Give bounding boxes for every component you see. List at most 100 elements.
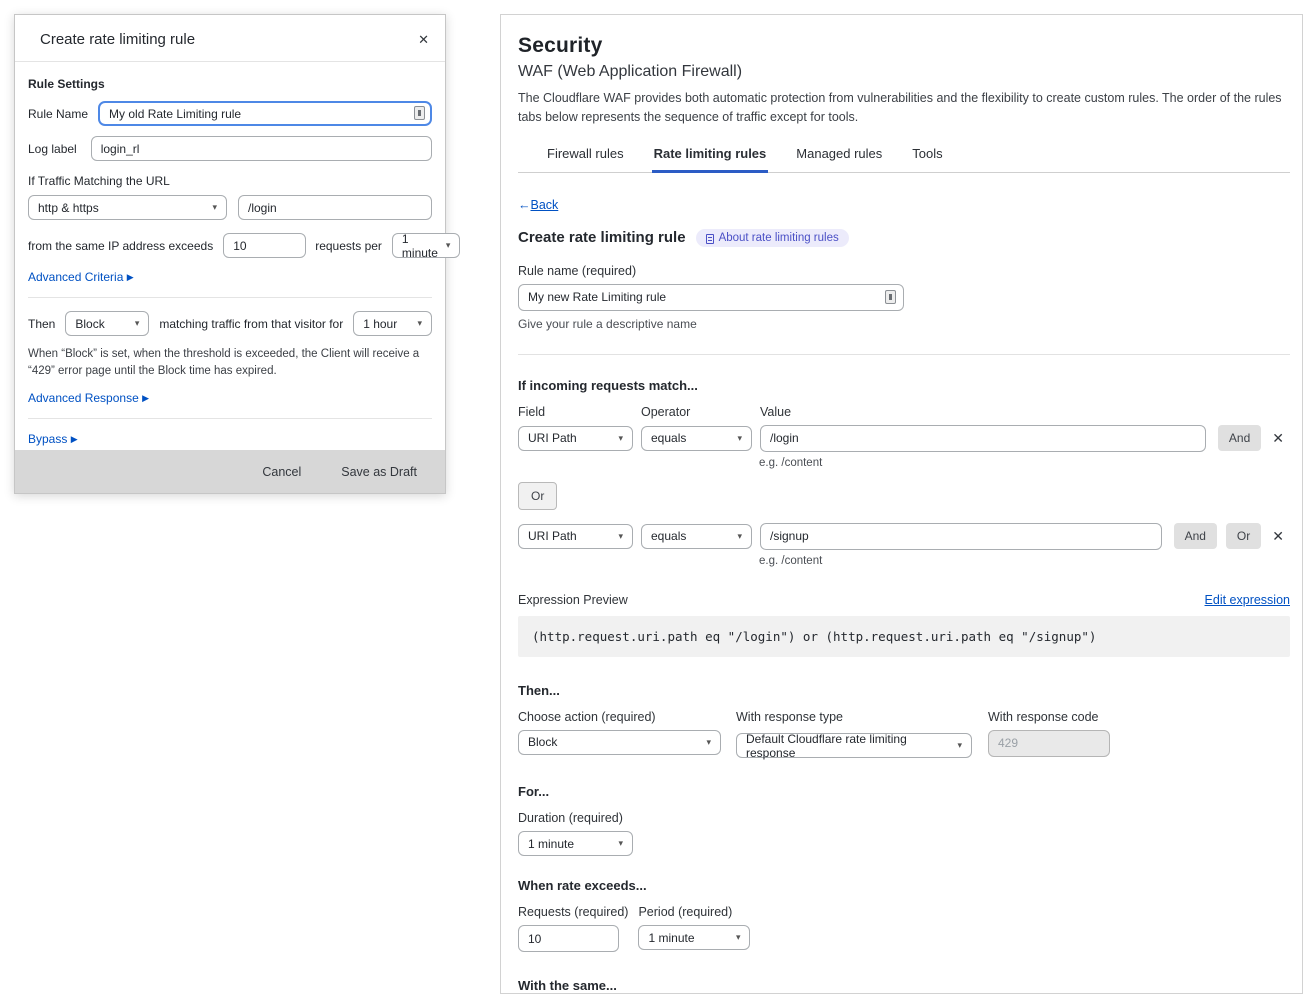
duration-select[interactable]: 1 hour ▾ <box>353 311 432 336</box>
expand-triangle-icon: ▶ <box>71 434 78 444</box>
value-input[interactable] <box>760 523 1162 550</box>
dialog-title: Create rate limiting rule <box>40 31 195 48</box>
cancel-button[interactable]: Cancel <box>262 465 301 479</box>
for-heading: For... <box>518 784 1286 799</box>
chevron-down-icon: ▾ <box>957 740 962 751</box>
or-connector-button[interactable]: Or <box>518 482 557 510</box>
chevron-down-icon: ▾ <box>736 932 741 943</box>
about-rate-limiting-link[interactable]: About rate limiting rules <box>696 229 849 247</box>
bypass-link[interactable]: Bypass ▶ <box>28 432 78 446</box>
page-subtitle: WAF (Web Application Firewall) <box>518 63 1286 81</box>
exceeds-prefix-label: from the same IP address exceeds <box>28 239 213 253</box>
rule-name-label: Rule name (required) <box>518 264 1286 278</box>
then-label: Then <box>28 317 55 331</box>
chevron-down-icon: ▾ <box>212 202 217 213</box>
create-rate-limit-dialog: Create rate limiting rule ✕ Rule Setting… <box>14 14 446 494</box>
response-code-label: With response code <box>988 710 1188 724</box>
tab-rate-limiting-rules[interactable]: Rate limiting rules <box>652 142 769 173</box>
chevron-down-icon: ▾ <box>135 318 140 329</box>
dialog-footer: Cancel Save as Draft <box>15 450 445 493</box>
page-description: The Cloudflare WAF provides both automat… <box>518 89 1286 127</box>
tab-firewall-rules[interactable]: Firewall rules <box>545 142 626 173</box>
rate-exceeds-heading: When rate exceeds... <box>518 878 1286 893</box>
operator-column-label: Operator <box>641 405 760 419</box>
document-icon <box>706 234 714 244</box>
close-icon[interactable]: ✕ <box>416 31 431 48</box>
or-button[interactable]: Or <box>1226 523 1261 549</box>
dialog-header: Create rate limiting rule ✕ <box>15 15 445 62</box>
expand-triangle-icon: ▶ <box>127 272 134 282</box>
expand-triangle-icon: ▶ <box>142 393 149 403</box>
rule-name-help: Give your rule a descriptive name <box>518 317 1286 331</box>
duration-select[interactable]: 1 minute ▾ <box>518 831 633 856</box>
tab-managed-rules[interactable]: Managed rules <box>794 142 884 173</box>
scheme-select[interactable]: http & https ▾ <box>28 195 227 220</box>
rule-settings-heading: Rule Settings <box>28 77 432 91</box>
period-select[interactable]: 1 minute ▾ <box>392 233 461 258</box>
action-select[interactable]: Block ▾ <box>65 311 149 336</box>
period-select[interactable]: 1 minute ▾ <box>638 925 750 950</box>
requests-threshold-input[interactable] <box>223 233 306 258</box>
then-suffix-label: matching traffic from that visitor for <box>159 317 343 331</box>
choose-action-label: Choose action (required) <box>518 710 736 724</box>
field-select[interactable]: URI Path ▾ <box>518 426 633 451</box>
incoming-requests-heading: If incoming requests match... <box>518 378 1286 393</box>
requests-input[interactable] <box>518 925 619 952</box>
response-type-label: With response type <box>736 710 988 724</box>
autofill-icon[interactable] <box>414 106 425 120</box>
chevron-down-icon: ▾ <box>737 433 742 444</box>
divider <box>518 354 1290 355</box>
period-label: Period (required) <box>638 905 750 919</box>
response-code-input: 429 <box>988 730 1110 757</box>
remove-condition-icon[interactable]: ✕ <box>1270 528 1286 545</box>
requests-per-label: requests per <box>315 239 382 253</box>
log-label-input[interactable] <box>91 136 432 161</box>
form-title: Create rate limiting rule <box>518 229 686 246</box>
tab-tools[interactable]: Tools <box>910 142 944 173</box>
condition-row: URI Path ▾ equals ▾ And Or ✕ <box>518 523 1286 550</box>
requests-label: Requests (required) <box>518 905 628 919</box>
value-column-label: Value <box>760 405 791 419</box>
autofill-icon[interactable] <box>885 290 896 304</box>
operator-select[interactable]: equals ▾ <box>641 524 752 549</box>
traffic-match-label: If Traffic Matching the URL <box>28 174 432 188</box>
duration-label: Duration (required) <box>518 811 1286 825</box>
with-same-heading: With the same... <box>518 978 1286 993</box>
remove-condition-icon[interactable]: ✕ <box>1270 430 1286 447</box>
save-as-draft-button[interactable]: Save as Draft <box>341 465 417 479</box>
chevron-down-icon: ▾ <box>706 737 711 748</box>
expression-preview-code: (http.request.uri.path eq "/login") or (… <box>518 616 1290 657</box>
value-hint: e.g. /content <box>759 555 1286 567</box>
advanced-criteria-link[interactable]: Advanced Criteria ▶ <box>28 270 134 284</box>
chevron-down-icon: ▾ <box>618 433 623 444</box>
value-input[interactable] <box>760 425 1206 452</box>
back-arrow-icon: ← <box>518 198 531 212</box>
chevron-down-icon: ▾ <box>737 531 742 542</box>
edit-expression-link[interactable]: Edit expression <box>1205 593 1290 607</box>
log-label-label: Log label <box>28 142 77 156</box>
advanced-response-link[interactable]: Advanced Response ▶ <box>28 391 149 405</box>
and-button[interactable]: And <box>1218 425 1261 451</box>
divider <box>28 297 432 298</box>
operator-select[interactable]: equals ▾ <box>641 426 752 451</box>
chevron-down-icon: ▾ <box>618 838 623 849</box>
field-select[interactable]: URI Path ▾ <box>518 524 633 549</box>
condition-row: URI Path ▾ equals ▾ And ✕ <box>518 425 1286 452</box>
action-select[interactable]: Block ▾ <box>518 730 721 755</box>
chevron-down-icon: ▾ <box>446 240 451 251</box>
expression-preview-label: Expression Preview <box>518 593 628 607</box>
rule-name-input[interactable] <box>518 284 904 311</box>
block-help-text: When “Block” is set, when the threshold … <box>28 346 432 379</box>
security-waf-panel: Security WAF (Web Application Firewall) … <box>500 14 1303 994</box>
page-title: Security <box>518 34 1286 58</box>
chevron-down-icon: ▾ <box>417 318 422 329</box>
then-heading: Then... <box>518 683 1286 698</box>
divider <box>28 418 432 419</box>
and-button[interactable]: And <box>1174 523 1217 549</box>
response-type-select[interactable]: Default Cloudflare rate limiting respons… <box>736 733 972 758</box>
url-input[interactable] <box>238 195 432 220</box>
rule-name-label: Rule Name <box>28 107 88 121</box>
field-column-label: Field <box>518 405 641 419</box>
rule-name-input[interactable] <box>98 101 432 126</box>
back-link[interactable]: ←Back <box>518 198 558 212</box>
